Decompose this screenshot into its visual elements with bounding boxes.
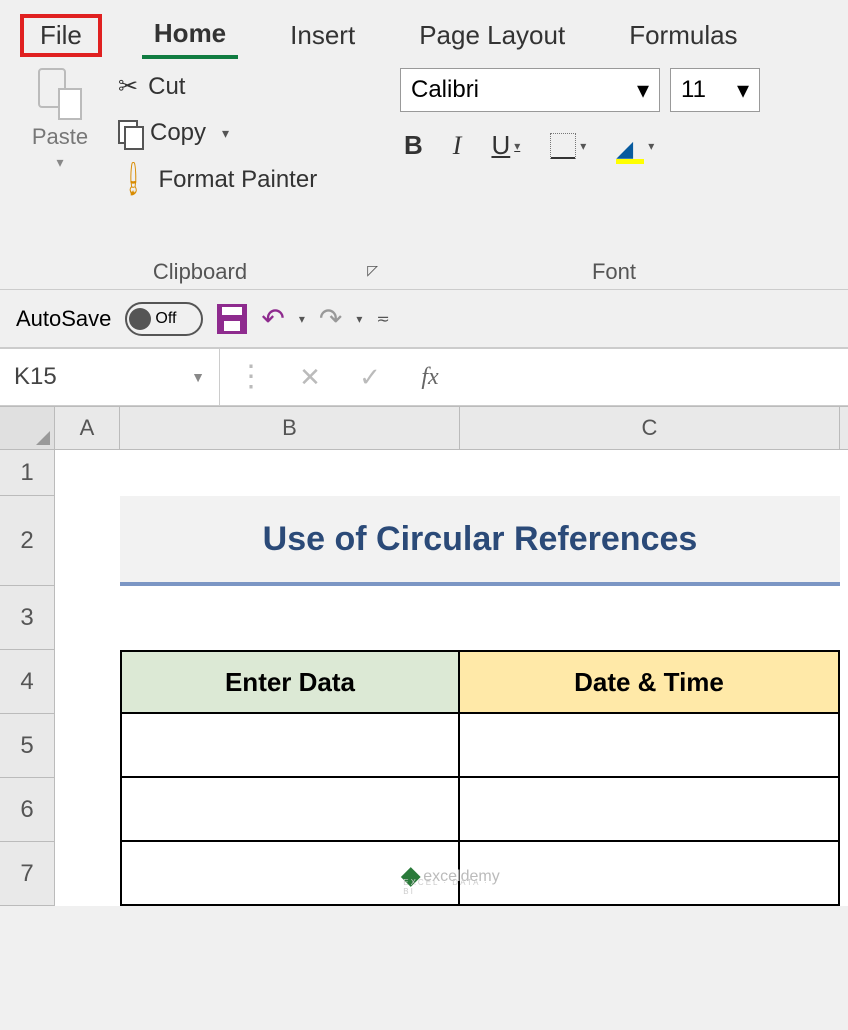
tab-insert[interactable]: Insert	[278, 14, 367, 57]
insert-function-button[interactable]: fx	[400, 364, 460, 391]
row-header-7[interactable]: 7	[0, 842, 54, 906]
bold-button[interactable]: B	[400, 128, 427, 163]
row-header-2[interactable]: 2	[0, 496, 54, 586]
quick-access-toolbar: AutoSave Off ↶ ▾ ↷ ▾ ≂	[0, 290, 848, 348]
customize-qat[interactable]: ≂	[376, 309, 389, 329]
cell-c7[interactable]	[460, 842, 840, 906]
brush-icon: 🖌	[112, 158, 154, 200]
row-header-4[interactable]: 4	[0, 650, 54, 714]
font-size-select[interactable]: 11 ▾	[670, 68, 760, 112]
table-header-enter-data[interactable]: Enter Data	[120, 650, 460, 714]
scissors-icon: ✂	[118, 72, 138, 101]
select-all-cells[interactable]	[0, 407, 55, 449]
chevron-down-icon[interactable]: ▾	[56, 154, 63, 171]
tab-file[interactable]: File	[20, 14, 102, 57]
watermark: exceldemy EXCEL · DATA · BI	[403, 868, 499, 886]
chevron-down-icon[interactable]: ▾	[648, 139, 654, 153]
cell-b6[interactable]	[120, 778, 460, 842]
group-label-clipboard: Clipboard	[153, 259, 247, 285]
row-header-5[interactable]: 5	[0, 714, 54, 778]
autosave-toggle[interactable]: Off	[125, 302, 203, 336]
toggle-knob	[129, 308, 151, 330]
name-box[interactable]: K15 ▼	[0, 349, 220, 405]
undo-button[interactable]: ↶	[261, 302, 284, 335]
font-size-value: 11	[681, 76, 706, 104]
name-box-value: K15	[14, 363, 57, 391]
chevron-down-icon[interactable]: ▾	[356, 312, 362, 326]
chevron-down-icon[interactable]: ▾	[514, 139, 520, 153]
chevron-down-icon: ▼	[191, 369, 205, 385]
group-font: Calibri ▾ 11 ▾ B I U▾ ▾ ◢▾ Font	[390, 68, 838, 285]
fill-icon: ◢	[616, 132, 644, 160]
chevron-down-icon[interactable]: ▾	[222, 125, 229, 142]
ribbon-body: Paste ▾ ✂ Cut Copy ▾ 🖌 Format Painter	[0, 60, 848, 290]
cut-button[interactable]: ✂ Cut	[112, 68, 323, 105]
watermark-sub: EXCEL · DATA · BI	[403, 878, 499, 896]
formula-bar-row: K15 ▼ ⋮ ✕ ✓ fx	[0, 348, 848, 406]
group-clipboard: Paste ▾ ✂ Cut Copy ▾ 🖌 Format Painter	[10, 68, 390, 285]
ribbon-tabs: File Home Insert Page Layout Formulas	[0, 0, 848, 60]
paste-label: Paste	[32, 124, 88, 150]
cancel-formula-button[interactable]: ✕	[280, 362, 340, 393]
copy-button[interactable]: Copy ▾	[112, 115, 323, 151]
chevron-down-icon: ▾	[737, 76, 749, 105]
save-button[interactable]	[217, 304, 247, 334]
font-name-value: Calibri	[411, 76, 479, 104]
tab-page-layout[interactable]: Page Layout	[407, 14, 577, 57]
row-header-3[interactable]: 3	[0, 586, 54, 650]
italic-button[interactable]: I	[449, 129, 466, 163]
border-icon	[550, 133, 576, 159]
col-header-c[interactable]: C	[460, 407, 840, 449]
redo-button[interactable]: ↷	[319, 302, 342, 335]
cut-label: Cut	[148, 73, 185, 101]
sheet-title[interactable]: Use of Circular References	[120, 496, 840, 586]
chevron-down-icon[interactable]: ▾	[580, 139, 586, 153]
tab-home[interactable]: Home	[142, 12, 238, 59]
autosave-label: AutoSave	[16, 306, 111, 332]
font-name-select[interactable]: Calibri ▾	[400, 68, 660, 112]
formula-input[interactable]	[460, 349, 848, 405]
paste-icon	[38, 68, 82, 120]
formula-bar-expand[interactable]: ⋮	[220, 372, 280, 382]
underline-button[interactable]: U▾	[487, 128, 524, 163]
cell-c5[interactable]	[460, 714, 840, 778]
spreadsheet-grid: A B C 1 2 3 4 5 6 7 Use of Circular Refe…	[0, 406, 848, 906]
enter-formula-button[interactable]: ✓	[340, 362, 400, 393]
format-painter-button[interactable]: 🖌 Format Painter	[112, 161, 323, 198]
chevron-down-icon[interactable]: ▾	[299, 312, 305, 326]
cell-b5[interactable]	[120, 714, 460, 778]
chevron-down-icon: ▾	[637, 76, 649, 105]
dialog-launcher-clipboard[interactable]: ◸	[365, 260, 380, 281]
cell-c6[interactable]	[460, 778, 840, 842]
tab-formulas[interactable]: Formulas	[617, 14, 749, 57]
toggle-state: Off	[155, 310, 176, 328]
copy-icon	[118, 120, 140, 146]
col-header-a[interactable]: A	[55, 407, 120, 449]
paste-button[interactable]: Paste ▾	[20, 68, 100, 171]
row-header-6[interactable]: 6	[0, 778, 54, 842]
col-header-b[interactable]: B	[120, 407, 460, 449]
fill-color-button[interactable]: ◢▾	[612, 130, 658, 162]
borders-button[interactable]: ▾	[546, 131, 590, 161]
table-header-date-time[interactable]: Date & Time	[460, 650, 840, 714]
format-painter-label: Format Painter	[158, 166, 317, 194]
group-label-font: Font	[592, 259, 636, 285]
row-header-1[interactable]: 1	[0, 450, 54, 496]
copy-label: Copy	[150, 119, 206, 147]
